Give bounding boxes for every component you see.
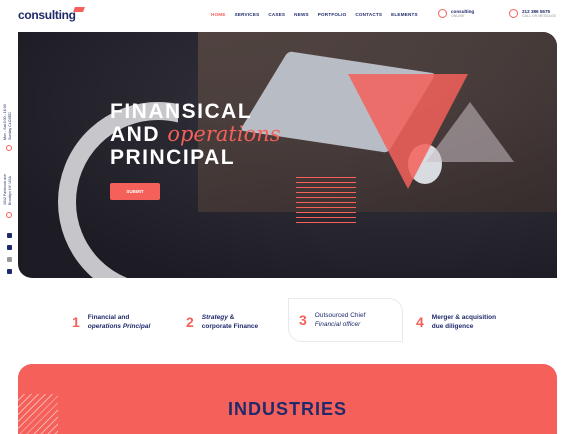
instagram-icon[interactable]	[7, 257, 12, 262]
feature-title: Financial and	[87, 314, 130, 321]
feature-number: 3	[299, 312, 307, 328]
facebook-icon[interactable]	[7, 233, 12, 238]
location-icon	[6, 212, 12, 218]
feature-number: 4	[416, 314, 424, 330]
feature-item-selected[interactable]: 3 Outsourced Chief Financial officer	[288, 298, 403, 342]
feature-title: Outsourced Chief	[314, 312, 366, 319]
nav-cases[interactable]: CASES	[268, 12, 285, 17]
hero-title-highlight: operations	[167, 122, 281, 146]
feature-title: Strategy	[201, 314, 228, 321]
phone-contact[interactable]: 212 386 5575 CALL OR MESSAGE	[509, 9, 556, 18]
linkedin-icon[interactable]	[7, 269, 12, 274]
feature-subtitle: Financial officer	[314, 321, 361, 328]
feature-item[interactable]: 4 Merger & acquisition due diligence	[406, 300, 526, 344]
skype-status: ONLINE	[451, 14, 465, 18]
feature-title: Merger & acquisition	[431, 314, 497, 321]
feature-item[interactable]: 1 Financial and operations Principal	[62, 300, 172, 344]
nav-services[interactable]: SERVICES	[235, 12, 260, 17]
nav-news[interactable]: NEWS	[294, 12, 309, 17]
logo-flag-icon	[72, 7, 85, 12]
nav-portfolio[interactable]: PORTFOLIO	[318, 12, 347, 17]
main-nav: HOME SERVICES CASES NEWS PORTFOLIO CONTA…	[211, 12, 418, 17]
hero-title-line2: AND	[110, 123, 168, 146]
address: 1012 Fairbrook ave Brooklyn NY, USA	[3, 174, 12, 205]
nav-home[interactable]: HOME	[211, 12, 226, 17]
logo-text: consulting	[18, 8, 76, 22]
industries-heading: INDUSTRIES	[227, 399, 347, 419]
feature-item[interactable]: 2 Strategy & corporate Finance	[176, 300, 286, 344]
nav-elements[interactable]: ELEMENTS	[391, 12, 418, 17]
phone-label: CALL OR MESSAGE	[522, 14, 557, 18]
feature-subtitle: due diligence	[431, 323, 474, 330]
feature-title-suffix: &	[227, 314, 235, 321]
hero-banner: FINANSICAL AND operations PRINCIPAL SUBM…	[18, 32, 557, 278]
stripes-decoration	[296, 177, 356, 227]
feature-number: 1	[72, 314, 80, 330]
opening-hours: Mon - Sat 8:00 - 18:00 Sunday CLOSED	[3, 104, 12, 140]
hero-title: FINANSICAL AND operations PRINCIPAL	[110, 100, 281, 169]
whatsapp-icon	[509, 9, 518, 18]
twitter-icon[interactable]	[7, 245, 12, 250]
skype-contact[interactable]: consulting ONLINE	[438, 9, 474, 18]
hero-title-line3: PRINCIPAL	[110, 146, 236, 169]
industries-section: INDUSTRIES	[18, 364, 557, 434]
hero-title-line1: FINANSICAL	[110, 100, 253, 123]
feature-subtitle: operations Principal	[87, 323, 151, 330]
grey-triangle-decoration	[426, 102, 514, 162]
feature-subtitle: corporate Finance	[201, 323, 259, 330]
clock-icon	[6, 145, 12, 151]
feature-number: 2	[186, 314, 194, 330]
logo[interactable]: consulting	[18, 7, 85, 22]
skype-icon	[438, 9, 447, 18]
nav-contacts[interactable]: CONTACTS	[355, 12, 382, 17]
submit-button[interactable]: SUBMIT	[110, 183, 160, 200]
